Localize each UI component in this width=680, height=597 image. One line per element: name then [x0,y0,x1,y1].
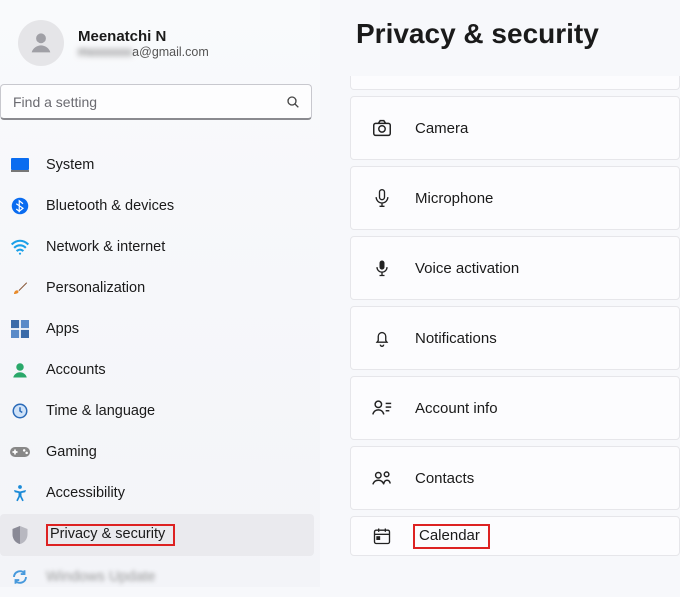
card-voice[interactable]: Voice activation [350,236,680,300]
sidebar-item-label: Gaming [46,444,97,460]
card-label: Notifications [415,330,497,347]
profile-block[interactable]: Meenatchi N mxxxxxxxa@gmail.com [0,20,320,84]
card-cutoff-top[interactable] [350,76,680,90]
sidebar-nav: System Bluetooth & devices Network & int… [0,130,320,597]
card-label: Account info [415,400,498,417]
clock-icon [10,401,30,421]
sidebar-item-apps[interactable]: Apps [0,309,314,349]
card-notifications[interactable]: Notifications [350,306,680,370]
contacts-icon [371,467,393,489]
gaming-icon [10,442,30,462]
card-label: Voice activation [415,260,519,277]
sidebar-item-network[interactable]: Network & internet [0,227,314,267]
sidebar-item-label: Windows Update [46,569,156,585]
sidebar-item-accessibility[interactable]: Accessibility [0,473,314,513]
card-account-info[interactable]: Account info [350,376,680,440]
main-content: Privacy & security Camera Microphone Voi… [320,0,680,587]
system-icon [10,155,30,175]
bell-icon [371,327,393,349]
microphone-icon [371,187,393,209]
sidebar-item-accounts[interactable]: Accounts [0,350,314,390]
profile-email: mxxxxxxxa@gmail.com [78,45,209,59]
sidebar-item-label: Bluetooth & devices [46,198,174,214]
sidebar-item-privacy[interactable]: Privacy & security [0,514,314,556]
sidebar-item-time[interactable]: Time & language [0,391,314,431]
avatar [18,20,64,66]
camera-icon [371,117,393,139]
sidebar-item-bluetooth[interactable]: Bluetooth & devices [0,186,314,226]
account-icon [10,360,30,380]
sidebar-item-label: Network & internet [46,239,165,255]
sidebar-item-system[interactable]: System [0,145,314,185]
card-contacts[interactable]: Contacts [350,446,680,510]
search-box[interactable] [0,84,312,120]
card-microphone[interactable]: Microphone [350,166,680,230]
card-label: Microphone [415,190,493,207]
sidebar-item-update[interactable]: Windows Update [0,557,314,597]
account-info-icon [371,397,393,419]
accessibility-icon [10,483,30,503]
card-label: Camera [415,120,468,137]
sidebar-item-label: Personalization [46,280,145,296]
shield-icon [10,525,30,545]
sidebar-item-label: Accessibility [46,485,125,501]
apps-icon [10,319,30,339]
card-camera[interactable]: Camera [350,96,680,160]
sidebar-item-label: Time & language [46,403,155,419]
sidebar: Meenatchi N mxxxxxxxa@gmail.com System B… [0,0,320,587]
sidebar-item-label: Privacy & security [46,524,175,546]
voice-icon [371,257,393,279]
search-input[interactable] [11,93,285,111]
search-icon [285,94,301,110]
sidebar-item-label: Apps [46,321,79,337]
sidebar-item-label: Accounts [46,362,106,378]
sidebar-item-gaming[interactable]: Gaming [0,432,314,472]
sidebar-item-label: System [46,157,94,173]
page-title: Privacy & security [356,18,680,50]
wifi-icon [10,237,30,257]
calendar-icon [371,525,393,547]
card-calendar[interactable]: Calendar [350,516,680,556]
profile-name: Meenatchi N [78,28,209,45]
bluetooth-icon [10,196,30,216]
sidebar-item-personalization[interactable]: Personalization [0,268,314,308]
update-icon [10,567,30,587]
card-label: Contacts [415,470,474,487]
brush-icon [10,278,30,298]
card-label: Calendar [415,526,488,547]
